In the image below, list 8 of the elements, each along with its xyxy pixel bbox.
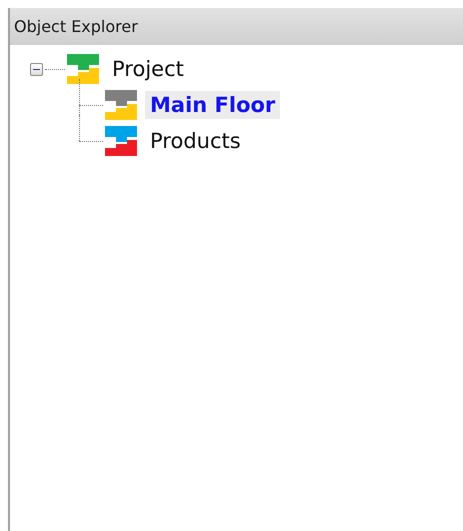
tree-node-icon <box>105 90 137 120</box>
tree-item[interactable]: Products <box>145 127 246 155</box>
tree-item[interactable]: Project <box>107 55 189 83</box>
tree-node-icon <box>67 54 99 84</box>
collapse-toggle[interactable] <box>30 62 43 76</box>
panel-title: Object Explorer <box>14 17 138 36</box>
tree-node-icon <box>105 126 137 156</box>
tree-item[interactable]: Main Floor <box>145 91 280 119</box>
